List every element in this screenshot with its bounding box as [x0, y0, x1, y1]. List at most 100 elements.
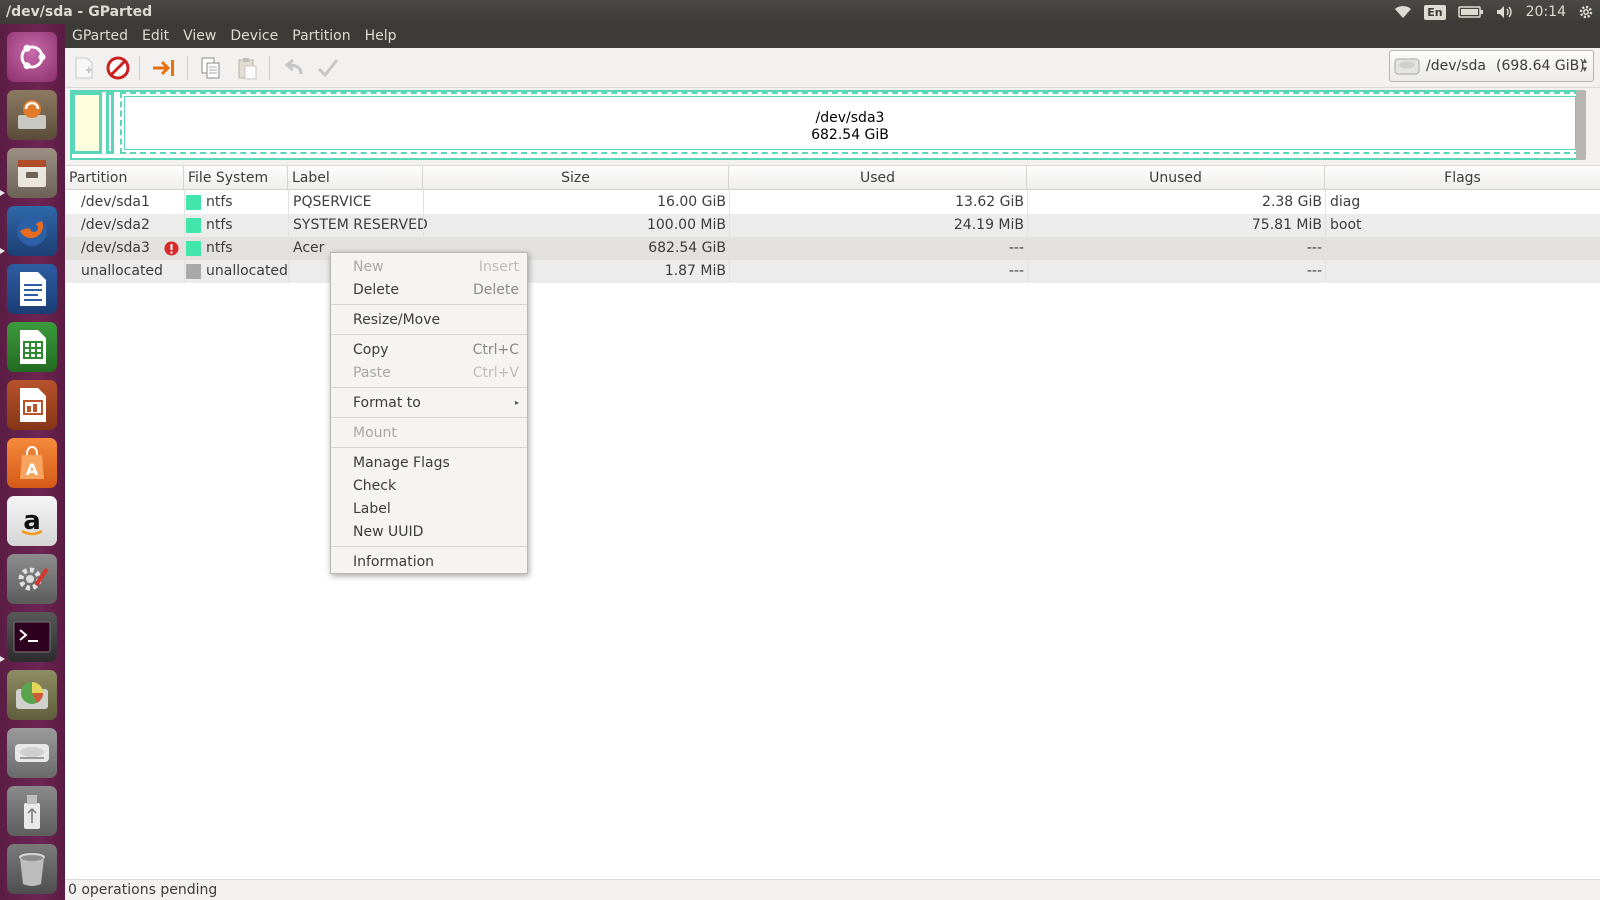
menu-item-accel: Ctrl+C: [472, 342, 519, 358]
menu-item-copy[interactable]: Copy Ctrl+C: [331, 339, 527, 361]
undo-button[interactable]: [278, 53, 308, 83]
hard-disk-icon: [1394, 58, 1420, 75]
cell-used: ---: [1008, 240, 1024, 256]
menu-edit[interactable]: Edit: [135, 24, 176, 48]
cell-partition: /dev/sda1: [81, 194, 150, 210]
firefox-icon[interactable]: [7, 206, 57, 256]
window-title: /dev/sda - GParted: [6, 4, 153, 20]
menu-item-new-uuid[interactable]: New UUID: [331, 521, 527, 543]
trash-icon[interactable]: [7, 844, 57, 894]
software-updater-icon[interactable]: [7, 90, 57, 140]
clock[interactable]: 20:14: [1520, 0, 1572, 24]
table-row[interactable]: /dev/sda2 ntfs SYSTEM RESERVED 100.00 Mi…: [65, 214, 1600, 237]
cell-flags: diag: [1330, 194, 1361, 210]
column-divider: [1325, 190, 1326, 282]
table-row-selected[interactable]: /dev/sda3 ntfs Acer 682.54 GiB --- ---: [65, 237, 1600, 260]
copy-button[interactable]: [196, 53, 226, 83]
menu-item-information[interactable]: Information: [331, 551, 527, 573]
cell-unused: ---: [1306, 240, 1322, 256]
column-header-filesystem[interactable]: File System: [184, 166, 288, 190]
usb-drive-icon[interactable]: [7, 786, 57, 836]
menu-item-label: New: [353, 259, 384, 275]
menu-item-label-partition[interactable]: Label: [331, 498, 527, 520]
column-header-unused[interactable]: Unused: [1027, 166, 1325, 190]
paste-button[interactable]: [232, 53, 262, 83]
launcher: A a: [0, 24, 65, 900]
column-header-flags[interactable]: Flags: [1325, 166, 1600, 190]
gparted-icon[interactable]: [7, 670, 57, 720]
settings-gear-icon[interactable]: [1572, 0, 1600, 24]
terminal-icon[interactable]: [7, 612, 57, 662]
graphic-partition-sda2[interactable]: [106, 92, 114, 154]
cell-label: Acer: [293, 240, 325, 256]
partition-table: Partition File System Label Size Used Un…: [65, 165, 1600, 879]
menu-item-label: Check: [353, 478, 397, 494]
column-divider: [184, 190, 185, 282]
ubuntu-dash-icon[interactable]: [7, 32, 57, 82]
libreoffice-writer-icon[interactable]: [7, 264, 57, 314]
menu-separator: [331, 417, 527, 418]
warning-icon[interactable]: [164, 241, 179, 256]
column-header-used[interactable]: Used: [729, 166, 1027, 190]
undo-icon: [284, 58, 303, 75]
table-row[interactable]: /dev/sda1 ntfs PQSERVICE 16.00 GiB 13.62…: [65, 191, 1600, 214]
system-settings-icon[interactable]: [7, 554, 57, 604]
menu-help[interactable]: Help: [358, 24, 404, 48]
column-header-size[interactable]: Size: [423, 166, 729, 190]
files-icon[interactable]: [7, 148, 57, 198]
libreoffice-impress-icon[interactable]: [7, 380, 57, 430]
menu-item-format-to[interactable]: Format to ▸: [331, 392, 527, 414]
cell-used: 13.62 GiB: [955, 194, 1024, 210]
cell-label: PQSERVICE: [293, 194, 372, 210]
new-partition-button[interactable]: [69, 53, 99, 83]
cell-used: 24.19 MiB: [953, 217, 1024, 233]
column-header-partition[interactable]: Partition: [65, 166, 184, 190]
svg-text:a: a: [23, 506, 41, 536]
cell-used: ---: [1008, 263, 1024, 279]
toolbar: /dev/sda (698.64 GiB) ▴ ▾: [65, 48, 1600, 88]
menu-item-new[interactable]: New Insert: [331, 256, 527, 278]
ubuntu-software-center-icon[interactable]: A: [7, 438, 57, 488]
wifi-icon[interactable]: [1388, 0, 1418, 24]
disk-drive-icon[interactable]: [7, 728, 57, 778]
menu-item-paste[interactable]: Paste Ctrl+V: [331, 362, 527, 384]
amazon-icon[interactable]: a: [7, 496, 57, 546]
delete-partition-button[interactable]: [103, 53, 133, 83]
libreoffice-calc-icon[interactable]: [7, 322, 57, 372]
resize-move-button[interactable]: [149, 53, 179, 83]
spin-arrows-icon: ▴ ▾: [1582, 56, 1587, 75]
keyboard-layout-indicator[interactable]: En: [1418, 0, 1451, 24]
battery-icon[interactable]: [1452, 0, 1490, 24]
cell-flags: boot: [1330, 217, 1362, 233]
menu-item-manage-flags[interactable]: Manage Flags: [331, 452, 527, 474]
device-selector[interactable]: /dev/sda (698.64 GiB) ▴ ▾: [1389, 50, 1594, 82]
column-divider: [1027, 190, 1028, 282]
menu-item-label: Manage Flags: [353, 455, 450, 471]
disk-graphic[interactable]: /dev/sda3 682.54 GiB: [70, 90, 1586, 160]
graphic-partition-sda3[interactable]: /dev/sda3 682.54 GiB: [120, 92, 1580, 154]
apply-button[interactable]: [313, 53, 343, 83]
menu-view[interactable]: View: [176, 24, 223, 48]
menu-item-resize-move[interactable]: Resize/Move: [331, 309, 527, 331]
menu-item-check[interactable]: Check: [331, 475, 527, 497]
menu-separator: [331, 304, 527, 305]
menu-partition[interactable]: Partition: [285, 24, 357, 48]
menu-item-mount[interactable]: Mount: [331, 422, 527, 444]
menu-device[interactable]: Device: [223, 24, 285, 48]
menu-item-label: Copy: [353, 342, 389, 358]
graphic-scrollbar[interactable]: [1576, 90, 1586, 160]
filesystem-color-swatch: [186, 195, 201, 210]
table-row[interactable]: unallocated unallocated 1.87 MiB --- ---: [65, 260, 1600, 283]
menu-item-delete[interactable]: Delete Delete: [331, 279, 527, 301]
graphic-partition-name: /dev/sda3: [815, 110, 885, 126]
cell-size: 100.00 MiB: [646, 217, 726, 233]
column-header-label[interactable]: Label: [288, 166, 423, 190]
menu-gparted[interactable]: GParted: [65, 24, 135, 48]
running-indicator: [0, 656, 5, 663]
column-divider: [288, 190, 289, 282]
volume-icon[interactable]: [1490, 0, 1520, 24]
resize-move-icon: [153, 60, 174, 76]
cell-filesystem: unallocated: [206, 263, 288, 279]
svg-text:A: A: [26, 460, 39, 479]
graphic-partition-sda1[interactable]: [72, 92, 102, 154]
